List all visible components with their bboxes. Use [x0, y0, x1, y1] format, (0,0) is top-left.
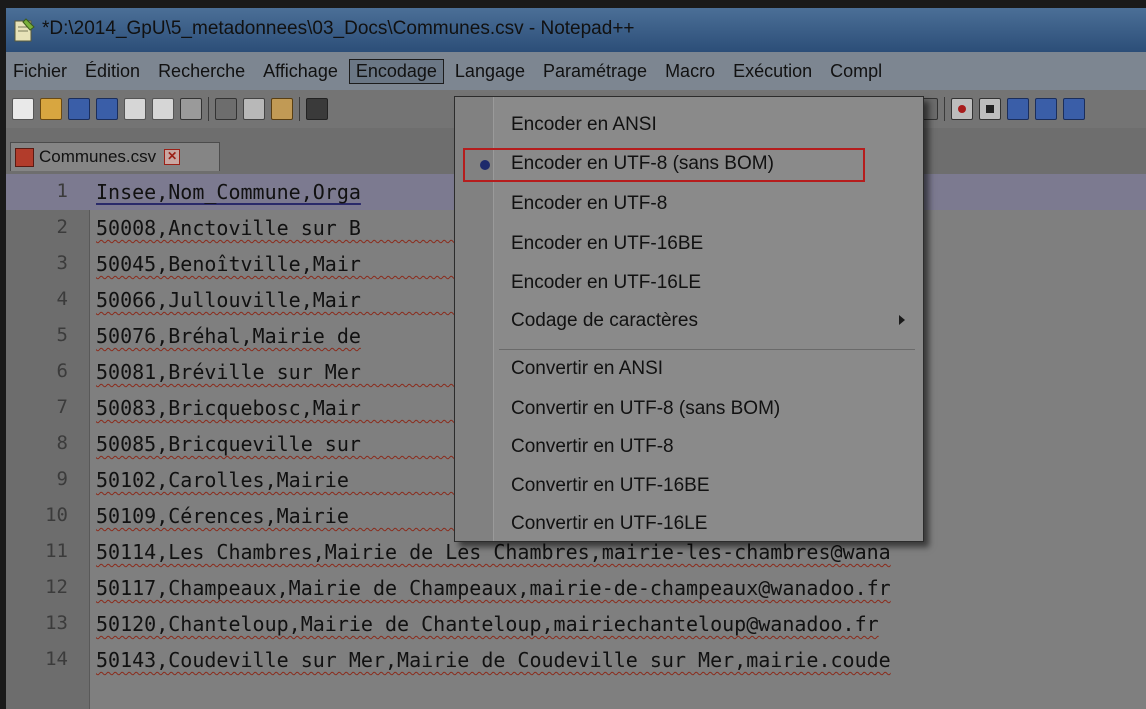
line-text[interactable]: 50076,Bréhal,Mairie de — [96, 324, 361, 348]
menu-item-label: Convertir en ANSI — [511, 358, 664, 379]
line-number: 2 — [56, 216, 68, 238]
menu-bar: Fichier Édition Recherche Affichage Encodage… — [6, 52, 1146, 90]
line-number: 3 — [56, 252, 68, 274]
line-text[interactable]: 50114,Les Chambres,Mairie de Les Chambre… — [96, 540, 891, 564]
submenu-arrow-icon — [899, 315, 905, 325]
menu-affichage[interactable]: Affichage — [256, 59, 345, 84]
line-number: 8 — [56, 432, 68, 454]
copy-icon[interactable] — [243, 98, 265, 120]
tab-communes-csv[interactable]: Communes.csv ✕ — [10, 142, 220, 171]
line-text[interactable]: 50120,Chanteloup,Mairie de Chanteloup,ma… — [96, 612, 879, 636]
line-number: 6 — [56, 360, 68, 382]
line-text[interactable]: 50117,Champeaux,Mairie de Champeaux,mair… — [96, 576, 891, 600]
menu-item-convertir-en-utf-8-sans-bom[interactable]: Convertir en UTF-8 (sans BOM) — [455, 393, 921, 427]
menu-item-convertir-en-utf-8[interactable]: Convertir en UTF-8 — [455, 431, 921, 465]
line-number: 7 — [56, 396, 68, 418]
menu-item-label: Convertir en UTF-16LE — [511, 513, 708, 534]
selected-bullet-icon — [480, 160, 490, 170]
menu-item-convertir-en-ansi[interactable]: Convertir en ANSI — [455, 353, 921, 387]
menu-item-encoder-en-utf-16le[interactable]: Encoder en UTF-16LE — [455, 267, 921, 301]
menu-item-label: Encoder en UTF-8 (sans BOM) — [511, 153, 774, 174]
editor-line[interactable]: 14 50143,Coudeville sur Mer,Mairie de Cou… — [6, 642, 1146, 678]
open-folder-icon[interactable] — [40, 98, 62, 120]
menu-item-label: Encoder en ANSI — [511, 114, 657, 135]
title-bar: *D:\2014_GpU\5_metadonnees\03_Docs\Commu… — [6, 8, 1146, 52]
menu-recherche[interactable]: Recherche — [151, 59, 252, 84]
notepadpp-window: *D:\2014_GpU\5_metadonnees\03_Docs\Commu… — [6, 8, 1146, 709]
menu-compl[interactable]: Compl — [823, 59, 889, 84]
menu-item-label: Encoder en UTF-16LE — [511, 272, 702, 293]
menu-item-codage-de-caracteres[interactable]: Codage de caractères — [455, 305, 921, 339]
line-text[interactable]: Insee,Nom_Commune,Orga — [96, 180, 361, 204]
menu-item-label: Encoder en UTF-16BE — [511, 233, 704, 254]
encodage-menu: Encoder en ANSI Encoder en UTF-8 (sans BO… — [454, 96, 924, 542]
toolbar-separator — [208, 97, 209, 121]
save-all-icon[interactable] — [96, 98, 118, 120]
line-number: 11 — [45, 540, 68, 562]
close-icon[interactable] — [124, 98, 146, 120]
menu-execution[interactable]: Exécution — [726, 59, 819, 84]
print-icon[interactable] — [180, 98, 202, 120]
paste-icon[interactable] — [271, 98, 293, 120]
toolbar-separator — [299, 97, 300, 121]
menu-encodage[interactable]: Encodage — [348, 58, 444, 84]
run-macro-multiple-icon[interactable] — [1035, 98, 1057, 120]
line-number: 1 — [56, 180, 68, 202]
menu-item-label: Convertir en UTF-8 (sans BOM) — [511, 398, 781, 419]
close-all-icon[interactable] — [152, 98, 174, 120]
record-macro-icon[interactable] — [951, 98, 973, 120]
menu-item-encoder-en-utf-8[interactable]: Encoder en UTF-8 — [455, 188, 921, 222]
line-number: 10 — [45, 504, 68, 526]
menu-item-convertir-en-utf-16le[interactable]: Convertir en UTF-16LE — [455, 508, 921, 542]
menu-edition[interactable]: Édition — [78, 59, 147, 84]
menu-item-encoder-en-utf-8-sans-bom[interactable]: Encoder en UTF-8 (sans BOM) — [463, 148, 865, 182]
editor-line[interactable]: 13 50120,Chanteloup,Mairie de Chanteloup,… — [6, 606, 1146, 642]
menu-macro[interactable]: Macro — [658, 59, 722, 84]
play-macro-icon[interactable] — [1007, 98, 1029, 120]
tab-close-icon[interactable]: ✕ — [164, 149, 181, 165]
line-number: 9 — [56, 468, 68, 490]
line-number: 12 — [45, 576, 68, 598]
unsaved-document-icon — [15, 147, 34, 167]
menu-item-label: Convertir en UTF-8 — [511, 436, 674, 457]
cut-icon[interactable] — [215, 98, 237, 120]
menu-langage[interactable]: Langage — [448, 59, 532, 84]
menu-parametrage[interactable]: Paramétrage — [536, 59, 654, 84]
menu-item-encoder-en-utf-16be[interactable]: Encoder en UTF-16BE — [455, 228, 921, 262]
editor-line[interactable]: 12 50117,Champeaux,Mairie de Champeaux,ma… — [6, 570, 1146, 606]
menu-separator — [499, 349, 915, 350]
line-number: 4 — [56, 288, 68, 310]
save-icon[interactable] — [68, 98, 90, 120]
menu-item-encoder-en-ansi[interactable]: Encoder en ANSI — [455, 109, 921, 143]
window-title: *D:\2014_GpU\5_metadonnees\03_Docs\Commu… — [42, 18, 635, 39]
menu-item-label: Codage de caractères — [511, 310, 698, 331]
line-number: 14 — [45, 648, 68, 670]
save-macro-icon[interactable] — [1063, 98, 1085, 120]
toolbar-macro-group — [916, 90, 1091, 128]
toolbar-separator — [944, 97, 945, 121]
menu-item-label: Encoder en UTF-8 — [511, 193, 668, 214]
menu-item-convertir-en-utf-16be[interactable]: Convertir en UTF-16BE — [455, 470, 921, 504]
menu-fichier[interactable]: Fichier — [6, 59, 74, 84]
line-number: 13 — [45, 612, 68, 634]
new-file-icon[interactable] — [12, 98, 34, 120]
line-text[interactable]: 50143,Coudeville sur Mer,Mairie de Coude… — [96, 648, 891, 672]
line-number: 5 — [56, 324, 68, 346]
notepadpp-app-icon — [14, 18, 35, 42]
menu-item-label: Convertir en UTF-16BE — [511, 475, 710, 496]
stop-macro-icon[interactable] — [979, 98, 1001, 120]
undo-icon[interactable] — [306, 98, 328, 120]
tab-label: Communes.csv — [39, 147, 157, 166]
